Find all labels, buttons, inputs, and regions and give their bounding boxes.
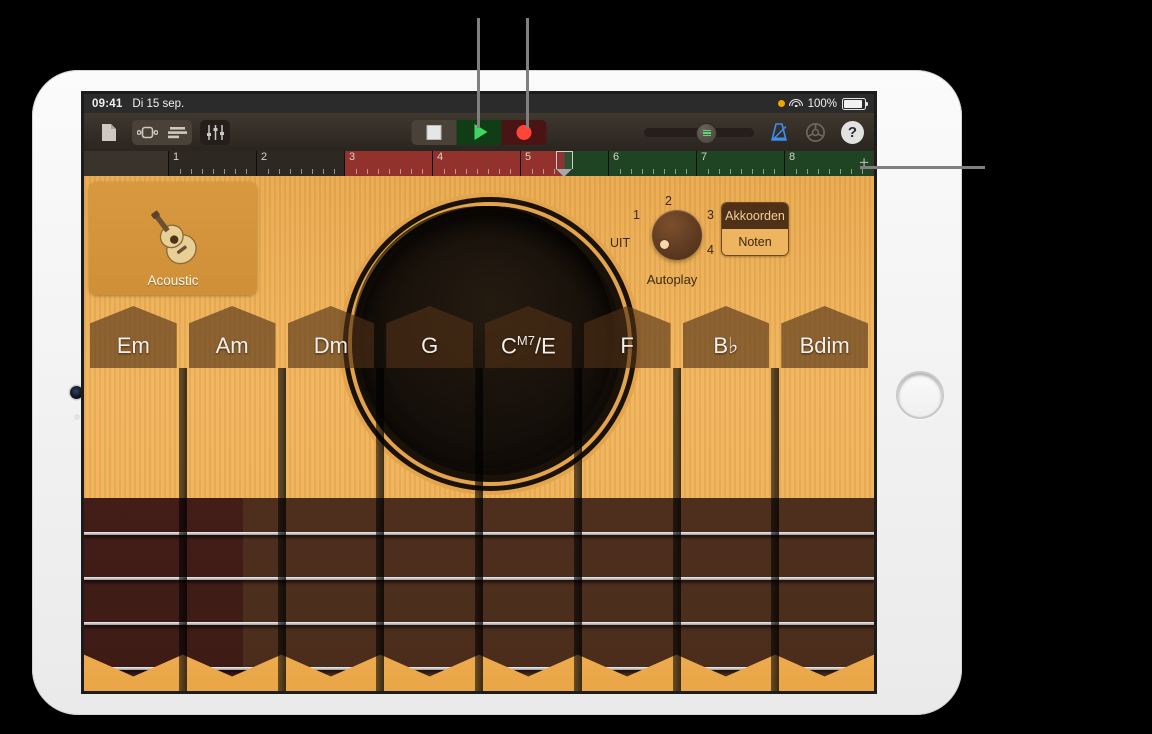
acoustic-guitar-icon xyxy=(136,207,210,269)
autoplay-label-4[interactable]: 4 xyxy=(707,243,714,257)
document-icon[interactable] xyxy=(94,120,124,145)
record-button[interactable] xyxy=(502,120,547,145)
chord-label: CM7/E xyxy=(479,333,578,359)
callout-line-play xyxy=(477,18,480,128)
chord-column-divider xyxy=(475,368,483,691)
chord-column-divider xyxy=(179,368,187,691)
ruler-lead xyxy=(84,151,168,176)
ruler-bar-2[interactable]: 2 xyxy=(256,151,344,176)
status-date: Di 15 sep. xyxy=(132,98,184,110)
volume-slider-knob[interactable] xyxy=(696,123,717,144)
autoplay-label-2[interactable]: 2 xyxy=(665,194,672,208)
timeline-ruler[interactable]: 12345678 + xyxy=(84,151,874,176)
chord-label: Bdim xyxy=(775,333,874,359)
status-time: 09:41 xyxy=(92,98,122,110)
chord-strip-1[interactable]: Am xyxy=(183,306,282,691)
ruler-bar-3[interactable]: 3 xyxy=(344,151,432,176)
wifi-icon xyxy=(790,99,803,109)
ipad-device-frame: 09:41 Di 15 sep. 100% xyxy=(32,70,962,715)
chord-label: Am xyxy=(183,333,282,359)
ruler-bar-7[interactable]: 7 xyxy=(696,151,784,176)
autoplay-label-3[interactable]: 3 xyxy=(707,208,714,222)
chord-strips: EmAmDmGCM7/EFB♭Bdim xyxy=(84,306,874,691)
chord-strip-0[interactable]: Em xyxy=(84,306,183,691)
ipad-screen: 09:41 Di 15 sep. 100% xyxy=(84,94,874,691)
chord-strip-6[interactable]: B♭ xyxy=(677,306,776,691)
chord-label: G xyxy=(380,333,479,359)
guitar-instrument-area: Acoustic UIT 1 2 3 4 Autoplay Akkoorden … xyxy=(84,176,874,691)
instrument-picker-label: Acoustic xyxy=(147,273,198,288)
metronome-icon[interactable] xyxy=(768,121,790,143)
callout-line-add-section xyxy=(860,166,985,169)
ruler-bar-number: 5 xyxy=(525,151,531,163)
autoplay-label-1[interactable]: 1 xyxy=(633,208,640,222)
ruler-bar-number: 4 xyxy=(437,151,443,163)
ruler-bar-number: 2 xyxy=(261,151,267,163)
chord-column-divider xyxy=(278,368,286,691)
mixer-icon[interactable] xyxy=(200,120,230,145)
help-button[interactable]: ? xyxy=(841,121,864,144)
chord-label: F xyxy=(578,333,677,359)
chord-label: Dm xyxy=(282,333,381,359)
loop-browser-icon[interactable] xyxy=(132,120,162,145)
chord-strip-4[interactable]: CM7/E xyxy=(479,306,578,691)
home-button[interactable] xyxy=(896,371,944,419)
toggle-option-chords[interactable]: Akkoorden xyxy=(722,203,788,229)
master-volume-slider[interactable] xyxy=(644,128,754,137)
chord-label: B♭ xyxy=(677,333,776,359)
autoplay-control[interactable]: UIT 1 2 3 4 Autoplay xyxy=(612,186,732,296)
toggle-option-notes[interactable]: Noten xyxy=(722,229,788,255)
ruler-bar-number: 6 xyxy=(613,151,619,163)
chord-label: Em xyxy=(84,333,183,359)
chord-strip-7[interactable]: Bdim xyxy=(775,306,874,691)
autoplay-label-off[interactable]: UIT xyxy=(610,236,630,250)
track-view-icon[interactable] xyxy=(162,120,192,145)
chords-notes-toggle[interactable]: Akkoorden Noten xyxy=(721,202,789,256)
ruler-bar-4[interactable]: 4 xyxy=(432,151,520,176)
ruler-bar-1[interactable]: 1 xyxy=(168,151,256,176)
ruler-bar-6[interactable]: 6 xyxy=(608,151,696,176)
chord-strip-2[interactable]: Dm xyxy=(282,306,381,691)
front-camera xyxy=(70,386,83,399)
ruler-bar-number: 8 xyxy=(789,151,795,163)
chord-strip-3[interactable]: G xyxy=(380,306,479,691)
instrument-picker[interactable]: Acoustic xyxy=(89,182,257,295)
battery-percent: 100% xyxy=(808,98,837,110)
playhead[interactable] xyxy=(556,151,573,176)
chord-column-divider xyxy=(673,368,681,691)
settings-gear-icon[interactable] xyxy=(804,121,827,144)
chord-column-divider xyxy=(376,368,384,691)
autoplay-caption: Autoplay xyxy=(612,272,732,287)
autoplay-knob-dial[interactable] xyxy=(652,210,702,260)
ambient-light-sensor xyxy=(74,414,80,420)
battery-icon xyxy=(842,98,866,110)
ruler-bar-number: 1 xyxy=(173,151,179,163)
chord-column-divider xyxy=(574,368,582,691)
ruler-bar-number: 3 xyxy=(349,151,355,163)
chord-column-divider xyxy=(771,368,779,691)
recording-indicator-icon xyxy=(778,100,785,107)
ruler-bar-number: 7 xyxy=(701,151,707,163)
callout-line-record xyxy=(526,18,529,128)
chord-strip-5[interactable]: F xyxy=(578,306,677,691)
stop-button[interactable] xyxy=(412,120,457,145)
